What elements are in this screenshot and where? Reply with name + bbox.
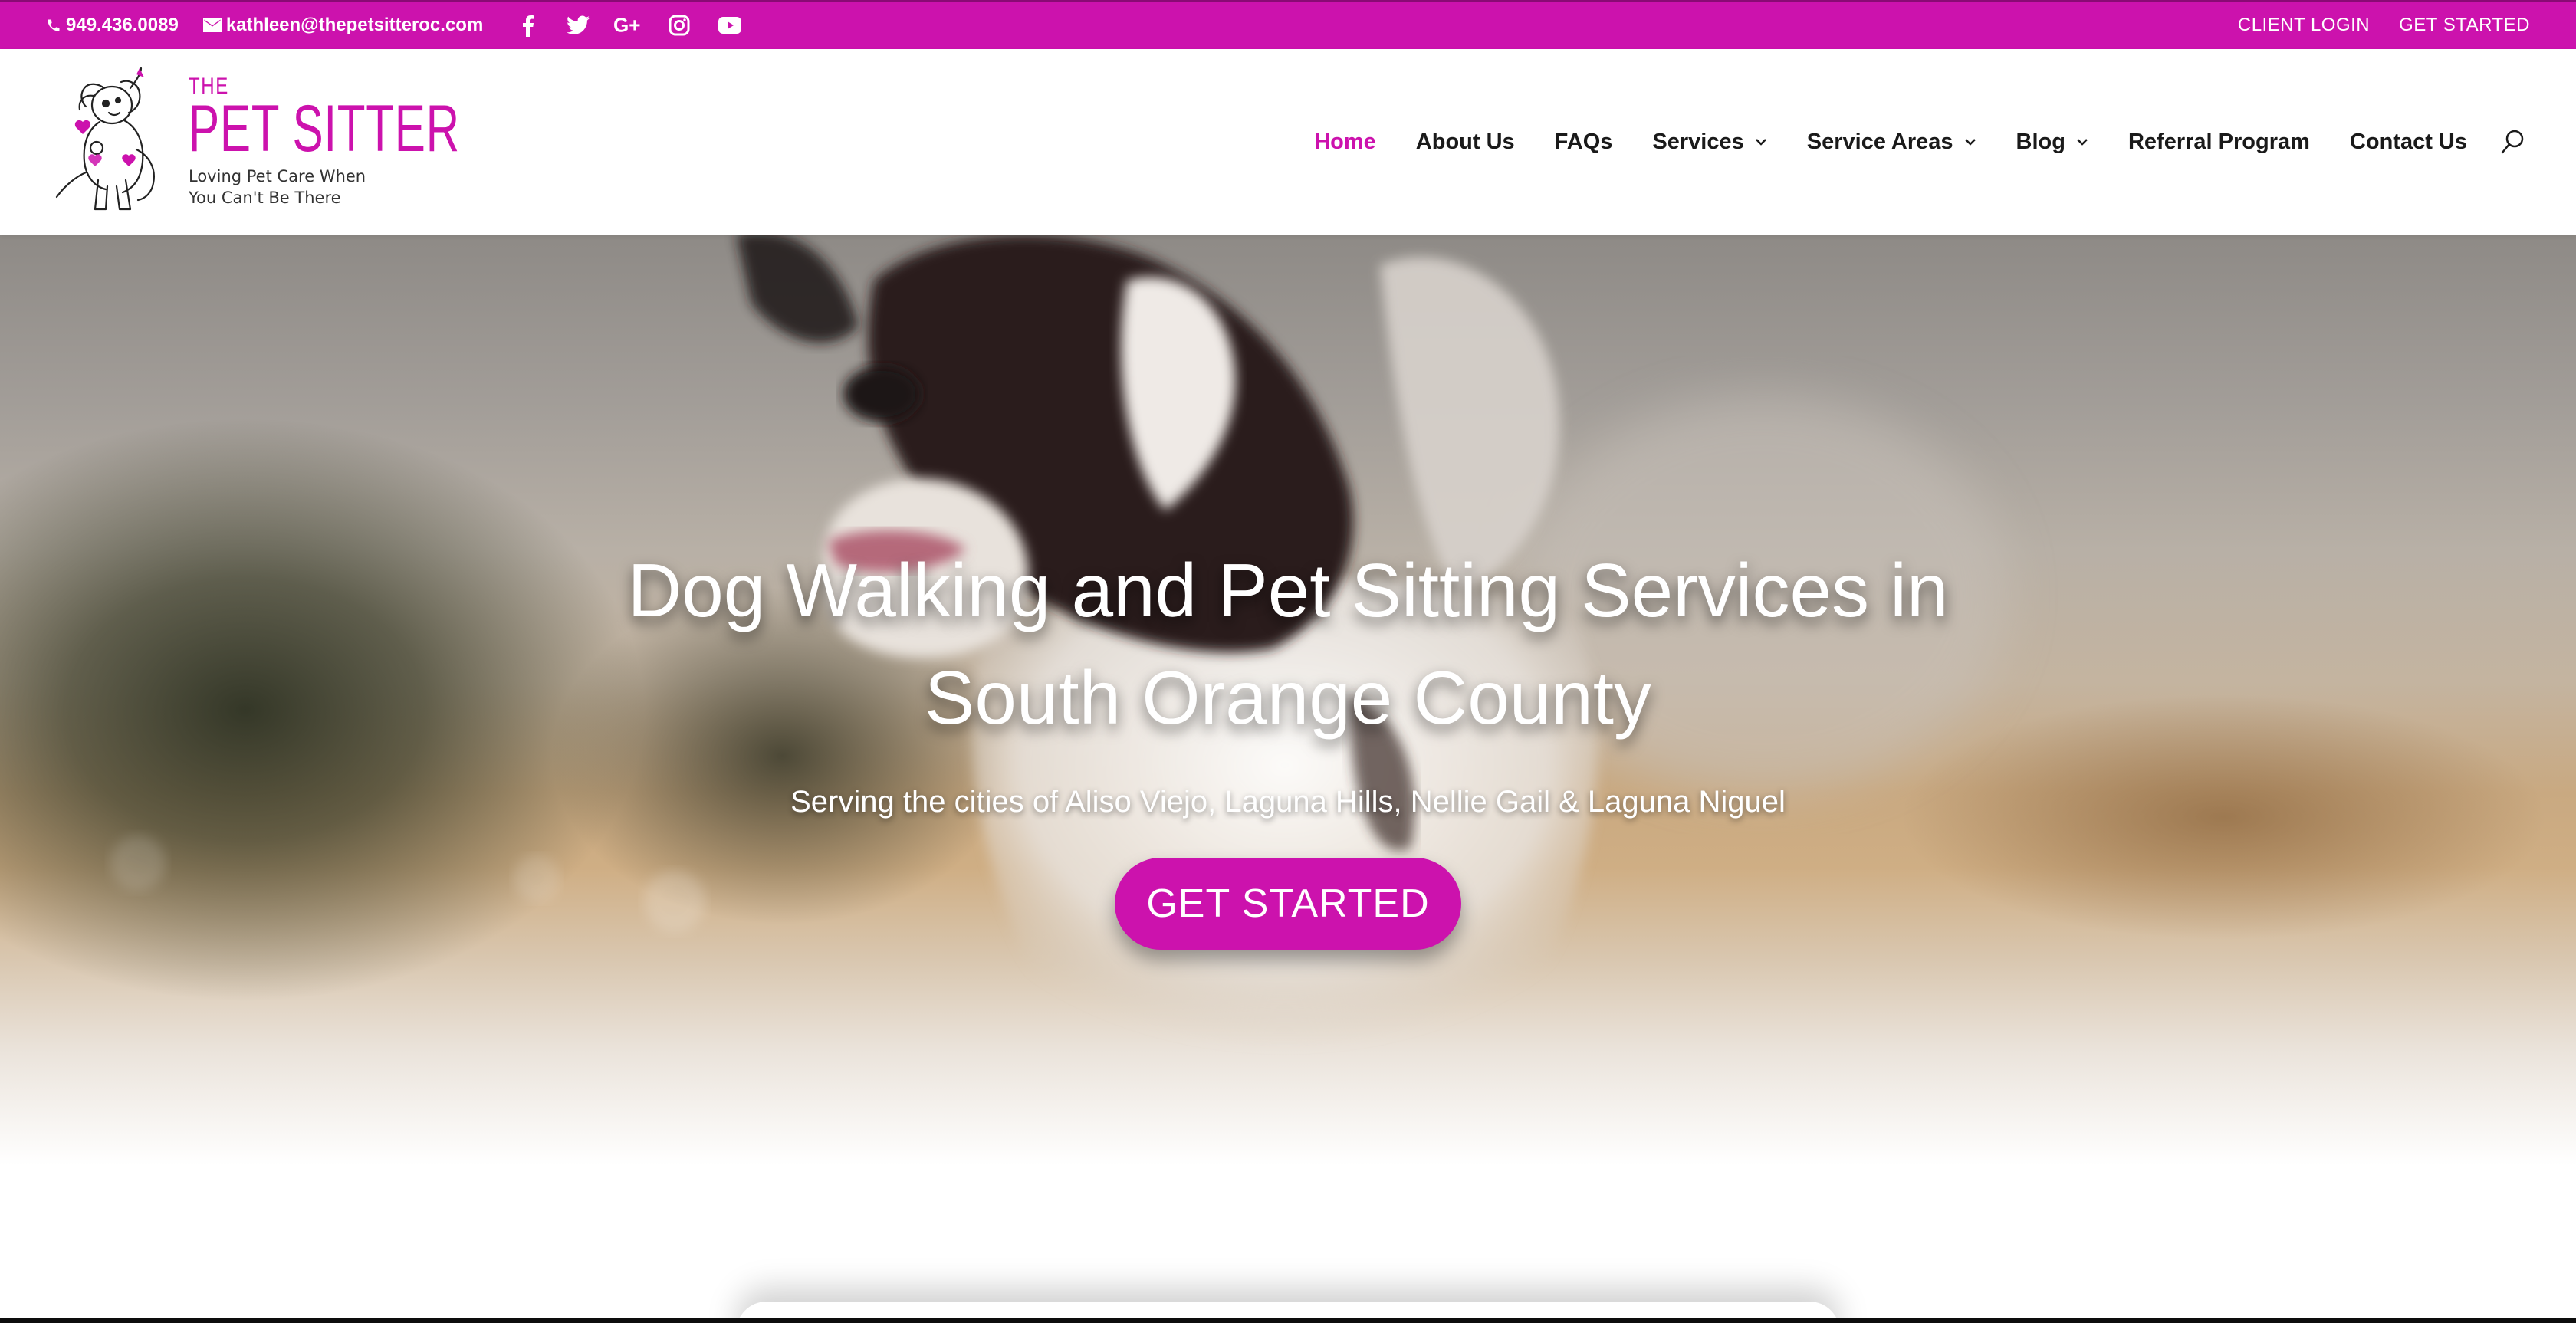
nav-item-label: Blog bbox=[2016, 129, 2065, 154]
nav-item-services[interactable]: Services bbox=[1652, 130, 1766, 155]
phone-icon bbox=[48, 19, 60, 31]
site-logo[interactable]: THE PET SITTER Loving Pet Care When You … bbox=[51, 65, 576, 218]
content-area bbox=[0, 1165, 2576, 1323]
top-bar-contact: 949.436.0089 kathleen@thepetsitteroc.com… bbox=[46, 2, 765, 49]
logo-name: PET SITTER bbox=[189, 92, 460, 166]
nav-item-label: Services bbox=[1652, 129, 1744, 154]
facebook-icon[interactable] bbox=[512, 10, 543, 41]
search-icon[interactable] bbox=[2498, 126, 2528, 157]
instagram-icon[interactable] bbox=[664, 10, 695, 41]
nav-item-label: Service Areas bbox=[1806, 129, 1953, 154]
site-header: THE PET SITTER Loving Pet Care When You … bbox=[0, 49, 2576, 235]
nav-item-referral-program[interactable]: Referral Program bbox=[2128, 130, 2310, 155]
chevron-down-icon bbox=[2076, 138, 2088, 146]
main-nav: Home About Us FAQs Services Service Area… bbox=[1274, 49, 2528, 235]
top-get-started-link[interactable]: GET STARTED bbox=[2399, 15, 2530, 36]
nav-item-contact-us[interactable]: Contact Us bbox=[2350, 130, 2467, 155]
phone-number: 949.436.0089 bbox=[66, 15, 179, 35]
nav-item-label: FAQs bbox=[1554, 129, 1613, 154]
top-bar: 949.436.0089 kathleen@thepetsitteroc.com… bbox=[0, 0, 2576, 49]
nav-item-label: Home bbox=[1314, 129, 1376, 154]
logo-text: THE PET SITTER Loving Pet Care When You … bbox=[189, 75, 576, 208]
nav-item-faqs[interactable]: FAQs bbox=[1555, 130, 1613, 155]
phone-link[interactable]: 949.436.0089 bbox=[46, 15, 179, 36]
svg-text:G+: G+ bbox=[613, 14, 641, 37]
chevron-down-icon bbox=[1964, 138, 1976, 146]
nav-item-label: About Us bbox=[1415, 129, 1515, 154]
social-links: G+ bbox=[512, 10, 765, 41]
nav-item-home[interactable]: Home bbox=[1314, 130, 1376, 155]
nav-item-label: Contact Us bbox=[2349, 129, 2467, 154]
email-address: kathleen@thepetsitteroc.com bbox=[225, 15, 484, 35]
nav-item-label: Referral Program bbox=[2128, 129, 2310, 154]
hero-title: Dog Walking and Pet Sitting Services in … bbox=[627, 548, 1949, 740]
twitter-icon[interactable] bbox=[563, 10, 593, 41]
youtube-icon[interactable] bbox=[715, 10, 745, 41]
nav-item-about-us[interactable]: About Us bbox=[1416, 130, 1515, 155]
google-plus-icon[interactable]: G+ bbox=[613, 10, 644, 41]
hero-content: Dog Walking and Pet Sitting Services in … bbox=[0, 235, 2576, 1165]
email-link[interactable]: kathleen@thepetsitteroc.com bbox=[202, 15, 484, 36]
hero-section: Dog Walking and Pet Sitting Services in … bbox=[0, 235, 2576, 1165]
top-bar-links: CLIENT LOGIN GET STARTED bbox=[2209, 15, 2530, 36]
logo-tagline-line1: Loving Pet Care When bbox=[189, 166, 366, 185]
dog-logo-icon bbox=[55, 67, 155, 211]
get-started-button[interactable]: GET STARTED bbox=[1115, 858, 1461, 950]
logo-tagline-line2: You Can't Be There bbox=[189, 188, 341, 207]
nav-item-blog[interactable]: Blog bbox=[2016, 130, 2088, 155]
chevron-down-icon bbox=[1755, 138, 1767, 146]
window-bottom-edge bbox=[0, 1318, 2576, 1323]
nav-item-service-areas[interactable]: Service Areas bbox=[1807, 130, 1976, 155]
client-login-link[interactable]: CLIENT LOGIN bbox=[2238, 15, 2370, 36]
envelope-icon bbox=[202, 18, 222, 32]
hero-subtitle: Serving the cities of Aliso Viejo, Lagun… bbox=[790, 785, 1786, 819]
